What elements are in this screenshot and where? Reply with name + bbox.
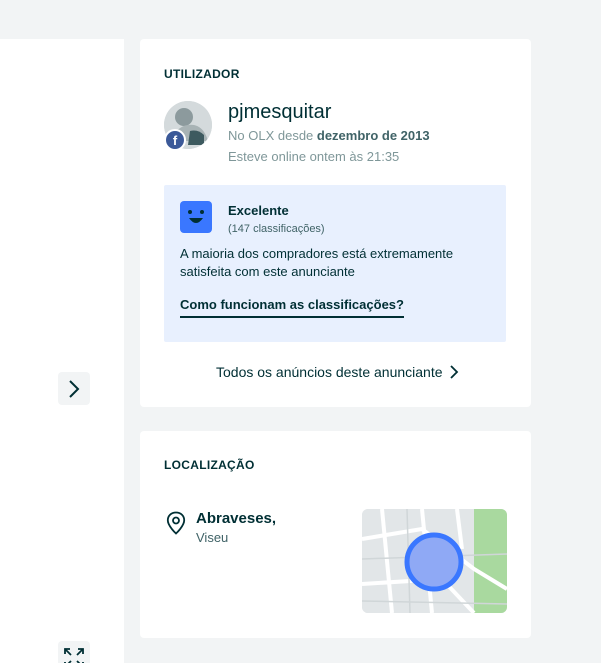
ratings-info-link[interactable]: Como funcionam as classificações? [180,297,404,318]
fullscreen-button[interactable] [58,641,90,663]
member-since-prefix: No OLX desde [228,128,317,143]
rating-label: Excelente [228,203,289,218]
user-section-title: UTILIZADOR [164,67,240,81]
chevron-right-icon [69,379,80,398]
all-ads-label: Todos os anúncios deste anunciante [216,364,443,380]
online-status: Esteve online ontem às 21:35 [228,149,400,164]
rating-box: Excelente (147 classificações) A maioria… [164,185,506,342]
expand-icon [64,647,84,663]
rating-description: A maioria dos compradores está extremame… [180,246,454,279]
map-thumbnail[interactable] [362,509,507,613]
map-image [362,509,507,613]
facebook-icon: f [164,129,186,151]
member-since: No OLX desde dezembro de 2013 [228,128,430,143]
location-card: LOCALIZAÇÃO Abraveses, Viseu [140,431,531,638]
chevron-right-icon [449,365,458,379]
location-city: Abraveses, [196,510,277,527]
member-since-date: dezembro de 2013 [316,128,430,143]
user-card: UTILIZADOR f pjmesquitar No OLX desde de… [140,39,531,407]
all-ads-link[interactable]: Todos os anúncios deste anunciante [216,364,459,380]
rating-count: (147 classificações) [228,223,325,235]
location-region: Viseu [196,530,229,545]
gallery-pane [0,39,124,663]
gallery-next-button[interactable] [58,372,90,405]
location-pin-icon [166,511,186,535]
user-name[interactable]: pjmesquitar [228,101,331,124]
location-section-title: LOCALIZAÇÃO [164,458,255,472]
smiley-face-icon [180,201,212,233]
